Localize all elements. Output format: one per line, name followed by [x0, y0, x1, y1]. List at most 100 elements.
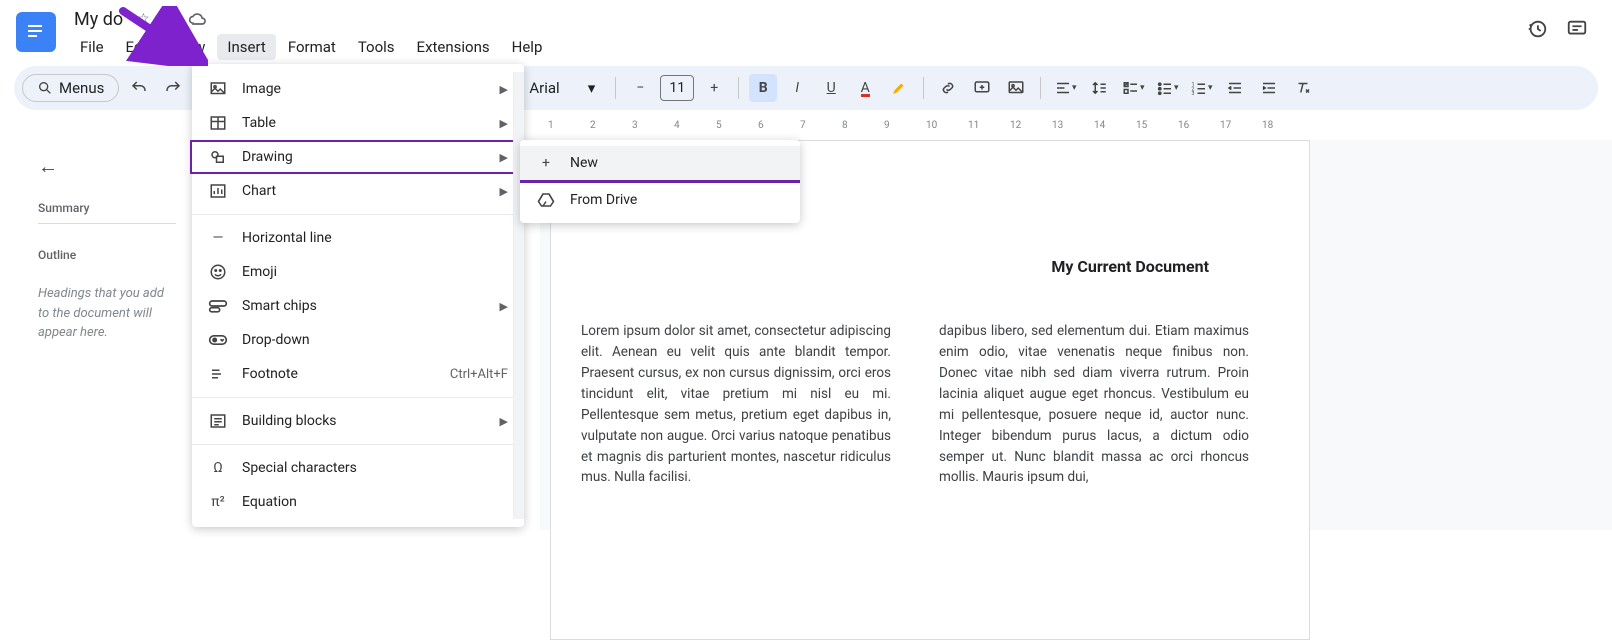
font-family-select[interactable]: Arial ▾: [519, 79, 605, 97]
submenu-item-new[interactable]: + New: [520, 146, 800, 180]
pi-icon: π²: [208, 494, 228, 510]
menu-label: Table: [242, 115, 276, 131]
menu-separator: [192, 444, 524, 445]
menu-format[interactable]: Format: [278, 34, 346, 60]
outdent-button[interactable]: [1221, 74, 1249, 102]
menu-item-equation[interactable]: π² Equation: [192, 485, 524, 519]
column-1: Lorem ipsum dolor sit amet, consectetur …: [581, 321, 891, 488]
toolbar-separator: [1040, 77, 1041, 99]
omega-icon: Ω: [208, 460, 228, 476]
menu-label: Equation: [242, 494, 297, 510]
menu-label: New: [570, 155, 598, 171]
doc-title[interactable]: My do: [70, 9, 127, 30]
bullet-list-button[interactable]: ▾: [1153, 74, 1181, 102]
column-2: dapibus libero, sed elementum dui. Etiam…: [939, 321, 1249, 488]
checklist-button[interactable]: ▾: [1119, 74, 1147, 102]
chevron-down-icon: ▾: [588, 79, 596, 97]
menu-shortcut: Ctrl+Alt+F: [450, 367, 508, 382]
drawing-submenu-popup: + New From Drive: [520, 140, 800, 223]
drawing-icon: [208, 148, 228, 166]
menu-item-footnote[interactable]: Footnote Ctrl+Alt+F: [192, 357, 524, 391]
menu-item-chart[interactable]: Chart ▶: [192, 174, 524, 208]
menu-label: Horizontal line: [242, 230, 332, 246]
menu-item-horizontal-line[interactable]: — Horizontal line: [192, 221, 524, 255]
menu-label: Chart: [242, 183, 276, 199]
toolbar-separator: [615, 77, 616, 99]
divider: [38, 223, 176, 224]
toolbar-separator: [923, 77, 924, 99]
chevron-right-icon: ▶: [500, 117, 508, 130]
comments-icon[interactable]: [1566, 18, 1588, 40]
cloud-status-icon[interactable]: [188, 11, 208, 27]
menu-view[interactable]: View: [163, 34, 215, 60]
star-icon[interactable]: ☆: [137, 11, 150, 27]
plus-icon: +: [536, 155, 556, 171]
menu-item-drawing[interactable]: Drawing ▶: [190, 140, 526, 174]
menus-search[interactable]: Menus: [22, 74, 119, 102]
menu-label: Footnote: [242, 366, 298, 382]
outline-collapse-icon[interactable]: ←: [38, 154, 58, 179]
menu-item-dropdown[interactable]: Drop-down: [192, 323, 524, 357]
menu-help[interactable]: Help: [502, 34, 553, 60]
page-columns: Lorem ipsum dolor sit amet, consectetur …: [581, 321, 1249, 488]
menu-tools[interactable]: Tools: [348, 34, 405, 60]
outline-hint: Headings that you add to the document wi…: [38, 284, 176, 343]
blocks-icon: [208, 412, 228, 430]
menu-item-image[interactable]: Image ▶: [192, 72, 524, 106]
menu-label: Emoji: [242, 264, 277, 280]
font-size-input[interactable]: 11: [660, 75, 694, 101]
menu-item-building-blocks[interactable]: Building blocks ▶: [192, 404, 524, 438]
submenu-item-from-drive[interactable]: From Drive: [520, 183, 800, 217]
menu-separator: [192, 214, 524, 215]
insert-image-button[interactable]: [1002, 74, 1030, 102]
highlight-button[interactable]: [885, 74, 913, 102]
outline-heading: Outline: [38, 248, 176, 262]
docs-logo[interactable]: [16, 12, 56, 52]
menu-label: Drop-down: [242, 332, 310, 348]
menu-label: Special characters: [242, 460, 357, 476]
redo-button[interactable]: [159, 74, 187, 102]
menu-insert[interactable]: Insert: [217, 34, 275, 60]
menu-item-smart-chips[interactable]: Smart chips ▶: [192, 289, 524, 323]
history-icon[interactable]: [1526, 18, 1548, 40]
menu-file[interactable]: File: [70, 34, 114, 60]
italic-button[interactable]: I: [783, 74, 811, 102]
indent-button[interactable]: [1255, 74, 1283, 102]
menu-label: Drawing: [242, 149, 293, 165]
menu-edit[interactable]: Edit: [116, 34, 161, 60]
menu-item-special-characters[interactable]: Ω Special characters: [192, 451, 524, 485]
insert-menu-popup: Image ▶ Table ▶ Drawing ▶ Chart ▶ — Hori…: [192, 64, 524, 527]
svg-text:3: 3: [1191, 91, 1194, 97]
menubar: File Edit View Insert Format Tools Exten…: [70, 34, 552, 60]
hline-icon: —: [208, 230, 228, 246]
insert-comment-button[interactable]: [968, 74, 996, 102]
underline-button[interactable]: U: [817, 74, 845, 102]
menu-item-emoji[interactable]: Emoji: [192, 255, 524, 289]
outline-panel: ← Summary Outline Headings that you add …: [26, 140, 188, 357]
bold-button[interactable]: B: [749, 74, 777, 102]
font-size-decrease[interactable]: −: [626, 74, 654, 102]
align-button[interactable]: ▾: [1051, 74, 1079, 102]
move-icon[interactable]: [160, 10, 178, 28]
menu-separator: [192, 397, 524, 398]
menu-label: Image: [242, 81, 281, 97]
font-name: Arial: [529, 79, 559, 97]
chevron-right-icon: ▶: [500, 151, 508, 164]
insert-link-button[interactable]: [934, 74, 962, 102]
undo-button[interactable]: [125, 74, 153, 102]
line-spacing-button[interactable]: [1085, 74, 1113, 102]
chevron-right-icon: ▶: [500, 83, 508, 96]
table-icon: [208, 114, 228, 132]
menu-label: From Drive: [570, 192, 637, 208]
font-size-increase[interactable]: +: [700, 74, 728, 102]
chevron-right-icon: ▶: [500, 415, 508, 428]
menu-item-table[interactable]: Table ▶: [192, 106, 524, 140]
vertical-ruler: [0, 140, 26, 530]
clear-formatting-button[interactable]: [1289, 74, 1317, 102]
drive-icon: [536, 192, 556, 208]
numbered-list-button[interactable]: 123▾: [1187, 74, 1215, 102]
toolbar-separator: [738, 77, 739, 99]
text-color-button[interactable]: A: [851, 74, 879, 102]
chevron-right-icon: ▶: [500, 185, 508, 198]
menu-extensions[interactable]: Extensions: [407, 34, 500, 60]
